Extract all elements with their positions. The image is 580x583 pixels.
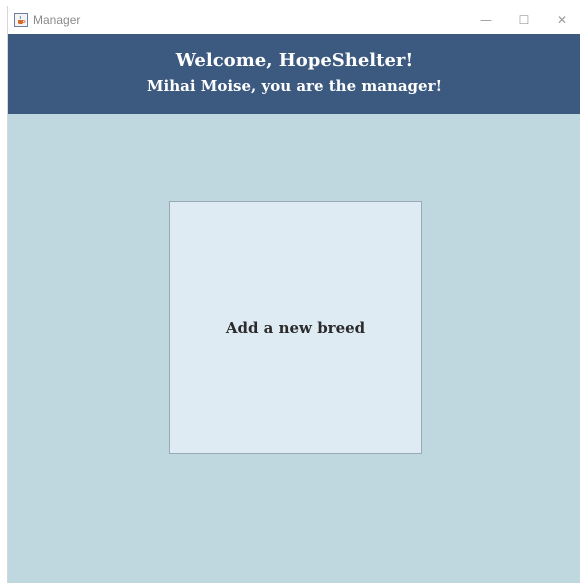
window-controls: — ☐ ✕: [467, 6, 580, 34]
welcome-header: Welcome, HopeShelter! Mihai Moise, you a…: [8, 34, 580, 114]
add-breed-label: Add a new breed: [225, 318, 366, 337]
welcome-title: Welcome, HopeShelter!: [175, 50, 414, 71]
close-button[interactable]: ✕: [543, 6, 580, 34]
minimize-button[interactable]: —: [467, 6, 505, 34]
java-cup-icon: [14, 13, 28, 27]
title-bar[interactable]: Manager — ☐ ✕: [8, 6, 580, 34]
maximize-button[interactable]: ☐: [505, 6, 543, 34]
add-breed-button[interactable]: Add a new breed: [169, 201, 422, 454]
close-icon: ✕: [556, 13, 568, 27]
maximize-icon: ☐: [518, 13, 530, 27]
manager-window: Manager — ☐ ✕ Welcome, HopeShelter! Miha…: [7, 6, 580, 583]
minimize-icon: —: [480, 13, 492, 27]
window-title: Manager: [33, 13, 81, 27]
manager-subtitle: Mihai Moise, you are the manager!: [146, 77, 443, 95]
